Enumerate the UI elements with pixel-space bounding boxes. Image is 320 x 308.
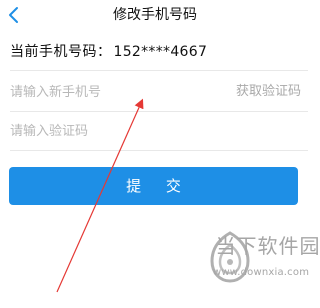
watermark-url: www.downxia.com: [213, 267, 310, 278]
annotation-arrow: [56, 98, 144, 293]
watermark-name: 当下软件园: [215, 234, 320, 258]
